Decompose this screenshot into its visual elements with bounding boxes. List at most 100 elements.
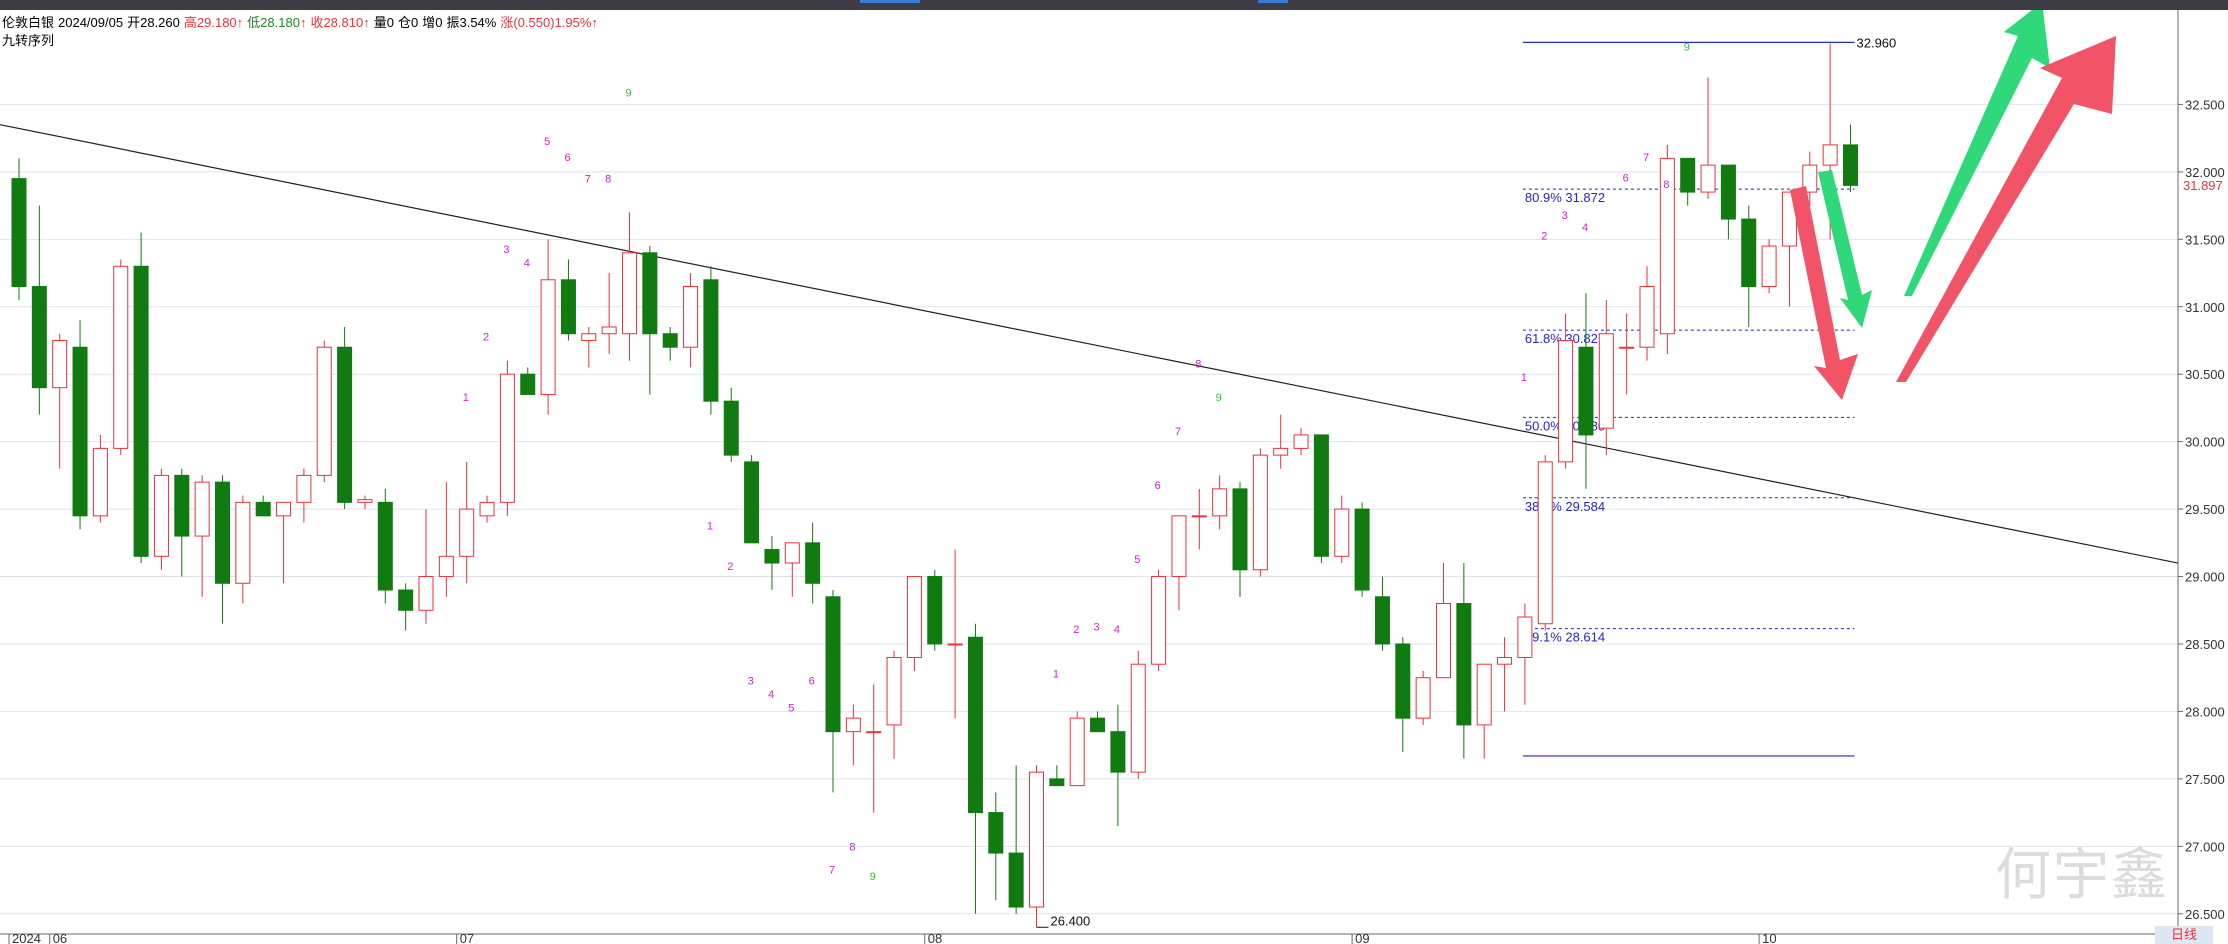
candle-up — [235, 501, 251, 584]
candle-up — [194, 481, 210, 537]
candle-up — [1598, 333, 1614, 429]
time-tick-label: 08 — [928, 931, 942, 944]
price-tick-label: 30.500 — [2185, 367, 2225, 382]
td-count-mark: 4 — [1114, 624, 1120, 636]
candle-down — [377, 501, 393, 591]
candle-down — [703, 279, 719, 402]
candle-up — [622, 252, 637, 335]
candle-down — [1395, 643, 1411, 719]
candle-up — [1334, 508, 1350, 557]
td-count-mark: 4 — [1582, 222, 1588, 234]
candle-up — [947, 643, 963, 646]
candle-up — [52, 339, 68, 389]
price-tick-label: 29.000 — [2185, 570, 2225, 585]
candle-down — [967, 636, 983, 814]
candle-up — [601, 326, 617, 335]
candle-down — [1374, 596, 1390, 645]
time-tick-label: 09 — [1355, 931, 1369, 944]
candle-up — [906, 576, 922, 658]
td-count-mark: 2 — [483, 331, 489, 343]
candle-down — [1843, 144, 1858, 186]
candle-up — [1069, 717, 1085, 787]
td-count-mark: 6 — [1155, 480, 1161, 492]
candle-down — [215, 481, 230, 584]
candle-up — [1415, 677, 1431, 719]
window-tab[interactable] — [860, 0, 920, 3]
candle-up — [1639, 286, 1655, 348]
candle-up — [438, 555, 454, 578]
candle-down — [133, 265, 149, 557]
candle-up — [1191, 515, 1207, 518]
candle-up — [1537, 461, 1553, 625]
td-count-mark: 1 — [1053, 669, 1059, 681]
td-count-mark: 3 — [503, 244, 509, 256]
candle-up — [316, 346, 332, 476]
td-count-mark: 4 — [768, 689, 774, 701]
candlestick-chart[interactable]: 32.96080.9% 31.87261.8% 30.82750.0% 30.1… — [0, 10, 2228, 944]
fib-level-label: 80.9% 31.872 — [1525, 190, 1605, 205]
candle-up — [1212, 488, 1228, 517]
period-badge[interactable]: 日线 — [2155, 926, 2213, 944]
candle-down — [1456, 603, 1472, 726]
td-count-mark: 3 — [1094, 621, 1100, 633]
candle-up — [418, 576, 434, 611]
candle-down — [927, 576, 943, 645]
td-count-mark: 2 — [727, 561, 733, 573]
price-tick-label: 27.500 — [2185, 772, 2225, 787]
td-count-mark: 8 — [849, 841, 855, 853]
candle-up — [113, 265, 129, 449]
time-tick-label: 06 — [53, 931, 67, 944]
fib-level-label: 38.2% 29.584 — [1525, 499, 1605, 514]
time-axis: 2024 06 07 08 09 10 — [0, 931, 2178, 944]
candle-up — [459, 508, 475, 557]
trendline-layer — [0, 124, 2179, 564]
td-count-mark: 8 — [1195, 358, 1201, 370]
candle-up — [1700, 164, 1716, 193]
price-tick-label: 28.000 — [2185, 704, 2225, 719]
candle-down — [337, 346, 353, 503]
td-count-mark: 9 — [626, 87, 632, 99]
candle-down — [1680, 157, 1696, 193]
candle-down — [642, 252, 658, 335]
td-count-mark: 5 — [1134, 554, 1140, 566]
candle-down — [1313, 434, 1329, 557]
candle-up — [1273, 447, 1289, 456]
candle-down — [723, 400, 739, 456]
low-marker-label: 26.400 — [1051, 913, 1091, 928]
candle-up — [845, 717, 861, 733]
candle-up — [479, 501, 495, 517]
candle-down — [988, 812, 1004, 854]
resistance-trendline — [0, 124, 2179, 564]
price-tick-label: 31.500 — [2185, 232, 2225, 247]
td-count-mark: 7 — [1175, 426, 1181, 438]
price-tick-label: 29.500 — [2185, 502, 2225, 517]
td-count-mark: 1 — [1521, 372, 1527, 384]
td-count-mark: 9 — [870, 871, 876, 883]
candle-down — [1578, 346, 1594, 436]
candle-up — [1761, 245, 1777, 288]
candle-down — [11, 178, 27, 288]
price-tick-label: 28.500 — [2185, 637, 2225, 652]
candle-down — [764, 549, 780, 564]
candle-up — [1151, 576, 1167, 665]
candle-up — [581, 333, 597, 341]
td-count-mark: 3 — [748, 675, 754, 687]
price-axis: 32.50032.00031.50031.00030.50030.00029.5… — [2177, 10, 2225, 934]
td-count-mark: 6 — [809, 675, 815, 687]
forecast-arrows — [1790, 10, 2116, 400]
candle-down — [1354, 508, 1370, 591]
time-tick-label: 07 — [460, 931, 474, 944]
candle-down — [255, 501, 271, 517]
candle-up — [1476, 663, 1492, 726]
current-price-label: 31.897 — [2183, 178, 2223, 193]
td-count-mark: 8 — [1663, 179, 1669, 191]
price-tick-label: 30.000 — [2185, 435, 2225, 450]
candle-up — [540, 279, 556, 395]
candle-down — [805, 542, 821, 584]
td-count-mark: 7 — [1643, 152, 1649, 164]
window-tab[interactable] — [1258, 0, 1288, 3]
candle-down — [1110, 731, 1126, 773]
candle-up — [92, 447, 108, 517]
candle-down — [560, 279, 576, 335]
candle-up — [1517, 616, 1533, 658]
